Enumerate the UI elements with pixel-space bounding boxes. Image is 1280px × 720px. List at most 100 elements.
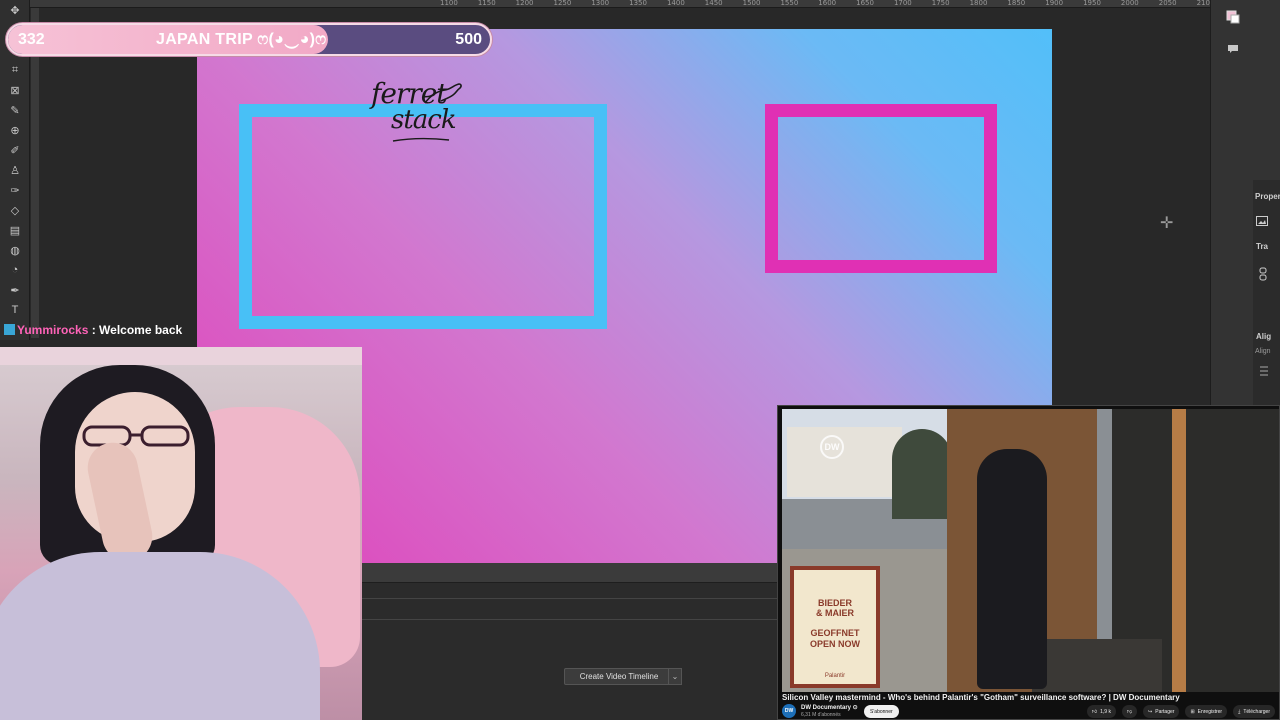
ruler-tick-label: 1750 <box>931 0 950 7</box>
blur-tool-icon[interactable]: ◍ <box>0 240 30 260</box>
link-icon[interactable] <box>1259 267 1267 281</box>
webcam-shelf <box>0 347 362 365</box>
save-icon: ⊞ <box>1190 708 1195 715</box>
sign-line-1: BIEDER & MAIER <box>816 598 854 618</box>
dodge-tool-icon[interactable]: ◔ <box>0 260 30 280</box>
action-label: Télécharger <box>1243 708 1270 715</box>
ruler-ticks: 1100 1150 1200 1250 1300 1350 1400 1450 1500 1550… <box>440 0 1280 7</box>
webcam-feed <box>0 347 362 720</box>
youtube-video-player[interactable]: BIEDER & MAIER GEOFFNET OPEN NOW Palanti… <box>777 405 1280 720</box>
chat-text: Welcome back <box>99 323 183 337</box>
stream-screen: 1100 1150 1200 1250 1300 1350 1400 1450 1500 1550… <box>0 0 1280 720</box>
properties-strip: Proper Tra Alig Align <box>1253 180 1280 405</box>
logo-underline <box>392 137 450 142</box>
thumbs-up-button[interactable]: 👍︎ 1,9 k <box>1086 705 1116 718</box>
timeline-divider <box>362 619 778 620</box>
action-label: Partager <box>1155 708 1175 715</box>
timeline-header <box>362 563 778 583</box>
eyedropper-tool-icon[interactable]: ✎ <box>0 100 30 120</box>
goal-title: JAPAN TRIP ෆ(◕‿◕)ෆ <box>156 31 327 48</box>
timeline-divider <box>362 598 778 599</box>
ferret-stack-logo: ferret stack <box>361 77 471 143</box>
ruler-tick-label: 1550 <box>780 0 799 7</box>
chat-username: Yummirocks <box>17 323 89 337</box>
video-frame[interactable]: BIEDER & MAIER GEOFFNET OPEN NOW Palanti… <box>782 409 1279 692</box>
ruler-tick-label: 1900 <box>1045 0 1064 7</box>
download-button[interactable]: ⤓ Télécharger <box>1233 705 1275 718</box>
align-sublabel: Align <box>1255 348 1271 355</box>
timeline-panel: Create Video Timeline ⌄ <box>362 563 778 720</box>
video-doormat <box>1032 639 1162 692</box>
ruler-tick-label: 1300 <box>591 0 610 7</box>
goal-current: 332 <box>18 31 45 48</box>
thumbs-down-icon: 👎︎ <box>1126 708 1133 715</box>
chat-message: Yummirocks : Welcome back <box>4 323 182 337</box>
horizontal-ruler: 1100 1150 1200 1250 1300 1350 1400 1450 1500 1550… <box>0 0 1280 8</box>
ruler-tick-label: 1500 <box>742 0 761 7</box>
ruler-tick-label: 1950 <box>1083 0 1101 7</box>
chevron-down-icon[interactable]: ⌄ <box>668 668 682 685</box>
stamp-tool-icon[interactable]: ♙ <box>0 160 30 180</box>
ruler-tick-label: 1650 <box>856 0 874 7</box>
align-icon[interactable] <box>1260 366 1268 376</box>
type-tool-icon[interactable]: T <box>0 300 30 320</box>
ruler-tick-label: 1250 <box>553 0 572 7</box>
video-title: Silicon Valley mastermind - Who's behind… <box>782 693 1180 702</box>
transform-label: Tra <box>1256 242 1269 251</box>
video-door-frame <box>1172 409 1186 692</box>
save-button[interactable]: ⊞ Enregistrer <box>1185 705 1228 718</box>
logo-line-2: stack <box>391 105 457 135</box>
eraser-tool-icon[interactable]: ◇ <box>0 200 30 220</box>
healing-tool-icon[interactable]: ⊕ <box>0 120 30 140</box>
share-icon: ↪ <box>1148 708 1153 715</box>
webcam-sweater <box>0 552 320 720</box>
ruler-tick-label: 1450 <box>704 0 723 7</box>
history-brush-tool-icon[interactable]: ✑ <box>0 180 30 200</box>
share-button[interactable]: ↪ Partager <box>1143 705 1180 718</box>
video-sign: BIEDER & MAIER GEOFFNET OPEN NOW Palanti… <box>790 566 880 688</box>
pen-tool-icon[interactable]: ✒ <box>0 280 30 300</box>
crosshair-cursor-icon: ✛ <box>1160 215 1174 232</box>
ruler-tick-label: 1100 <box>440 0 458 7</box>
pink-frame <box>765 104 997 273</box>
comment-icon[interactable] <box>1227 44 1239 54</box>
channel-name[interactable]: DW Documentary ⊙ <box>801 704 858 711</box>
ruler-tick-label: 1150 <box>477 0 496 7</box>
subscribe-button[interactable]: S'abonner <box>864 705 899 718</box>
color-swatch-icon[interactable] <box>1226 10 1240 24</box>
video-trees <box>892 429 952 519</box>
properties-tab[interactable]: Proper <box>1255 192 1280 201</box>
video-actions: 👍︎ 1,9 k 👎︎ ↪ Partager ⊞ Enregistrer ⤓ Télécharg… <box>1086 705 1275 718</box>
ruler-tick-label: 1400 <box>666 0 685 7</box>
ruler-tick-label: 2000 <box>1120 0 1139 7</box>
ruler-tick-label: 1850 <box>1007 0 1026 7</box>
action-label: Enregistrer <box>1197 708 1223 715</box>
dw-watermark-icon: DW <box>820 435 844 459</box>
sign-line-2: GEOFFNET OPEN NOW <box>809 628 860 649</box>
video-person <box>977 449 1047 689</box>
create-video-timeline-button[interactable]: Create Video Timeline <box>564 668 674 685</box>
goal-target: 500 <box>455 31 482 48</box>
ruler-tick-label: 1350 <box>629 0 647 7</box>
brush-tool-icon[interactable]: ✐ <box>0 140 30 160</box>
ferret-icon <box>424 83 462 104</box>
ruler-tick-label: 1700 <box>893 0 912 7</box>
vertical-ruler <box>31 8 39 338</box>
ruler-tick-label: 1600 <box>818 0 837 7</box>
webcam-glasses <box>82 425 190 447</box>
thumbs-up-icon: 👍︎ <box>1091 708 1098 715</box>
ruler-tick-label: 1200 <box>515 0 534 7</box>
chat-separator: : <box>88 323 100 337</box>
crop-tool-icon[interactable]: ⌗ <box>0 60 30 80</box>
frame-tool-icon[interactable]: ⊠ <box>0 80 30 100</box>
sign-line-3: Palantir <box>824 673 846 679</box>
ruler-tick-label: 2050 <box>1158 0 1177 7</box>
gradient-tool-icon[interactable]: ▤ <box>0 220 30 240</box>
align-label: Alig <box>1256 332 1272 341</box>
channel-avatar[interactable]: DW <box>782 704 796 718</box>
chat-badge-icon <box>4 324 15 335</box>
download-icon: ⤓ <box>1238 708 1241 715</box>
thumbs-down-button[interactable]: 👎︎ <box>1121 705 1138 718</box>
move-tool-icon[interactable]: ✥ <box>0 0 30 20</box>
video-building <box>787 427 902 497</box>
